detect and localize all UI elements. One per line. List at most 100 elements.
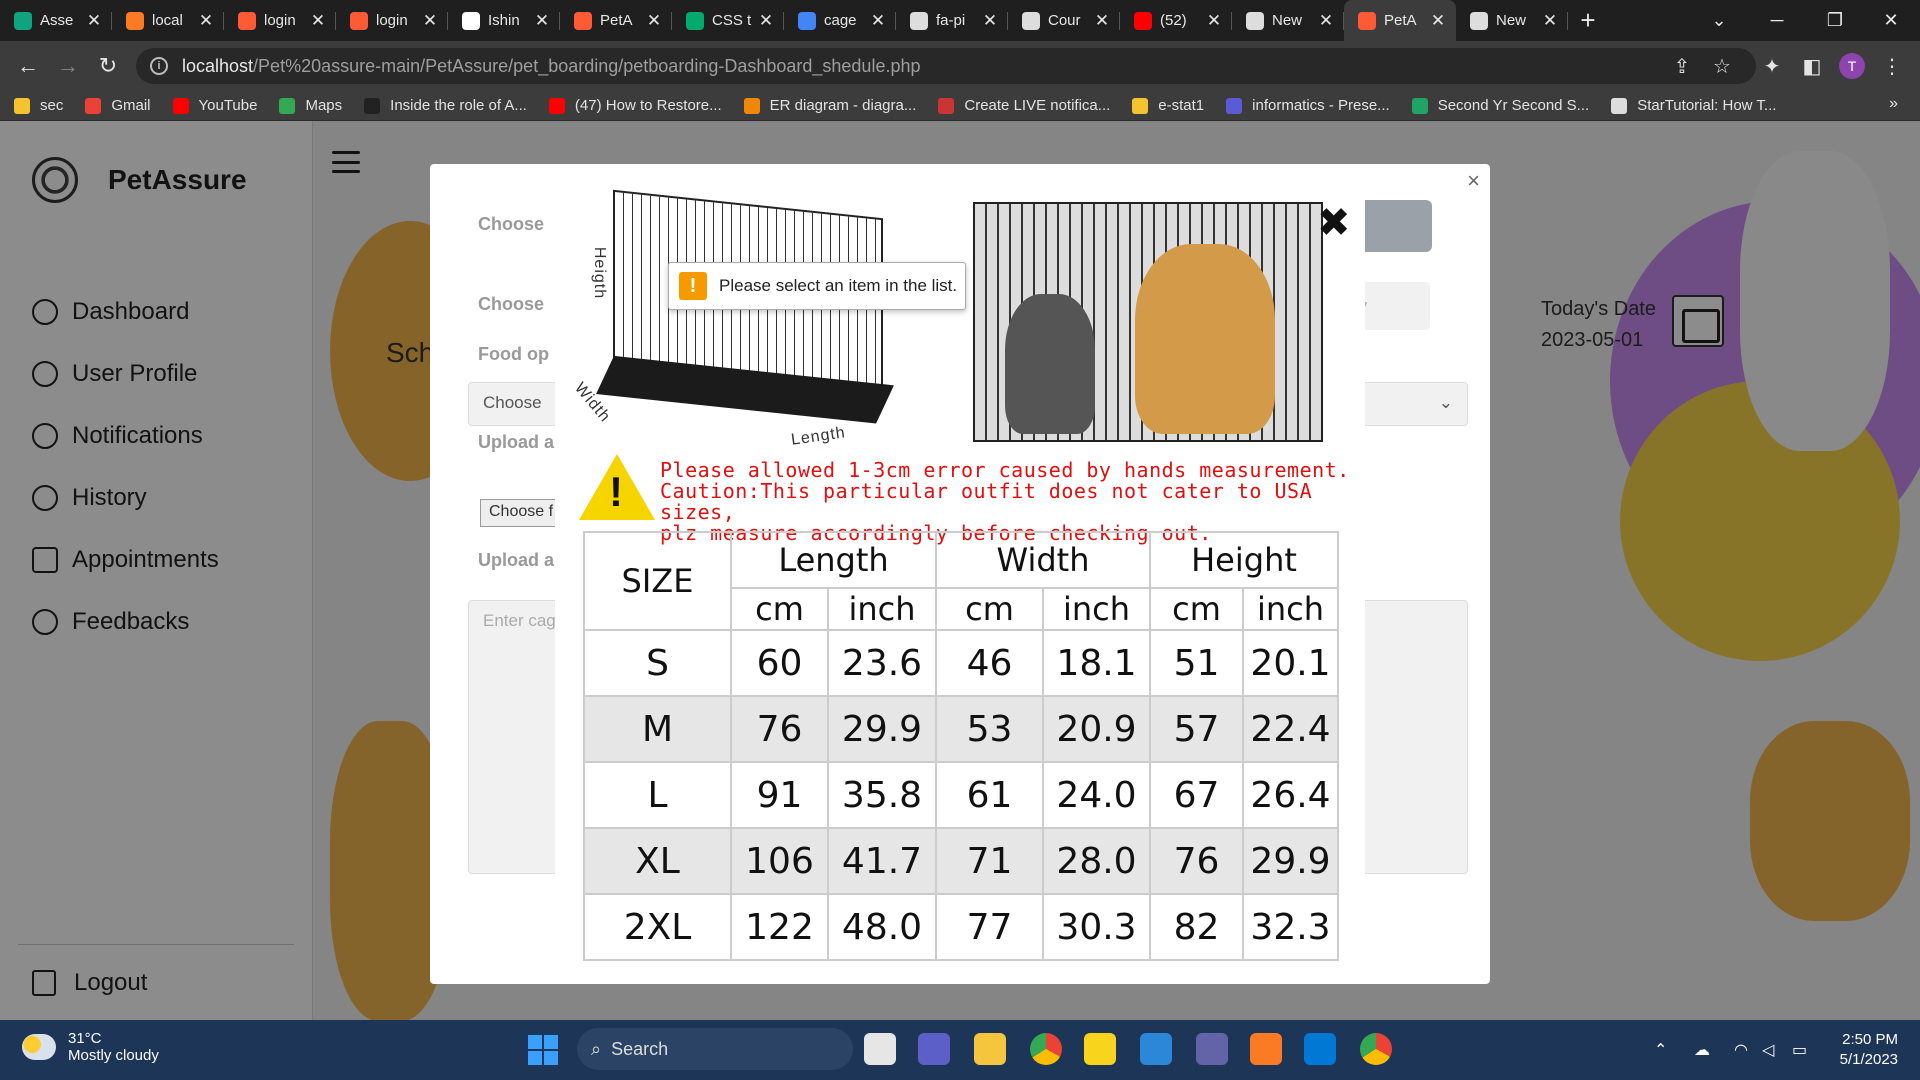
url-path: /Pet%20assure-main/PetAssure/pet_boardin… — [253, 55, 921, 76]
food-select-value: Choose — [483, 393, 542, 412]
chrome-taskbar-icon[interactable] — [1030, 1033, 1062, 1065]
teams-chat-icon[interactable] — [918, 1033, 950, 1065]
tab-close-icon[interactable]: ✕ — [758, 11, 774, 31]
tab-close-icon[interactable]: ✕ — [86, 11, 102, 31]
back-icon[interactable]: ← — [8, 46, 48, 86]
tab-close-icon[interactable]: ✕ — [534, 11, 550, 31]
browser-tab[interactable]: Asse ✕ — [0, 0, 112, 41]
tab-close-icon[interactable]: ✕ — [1430, 11, 1446, 31]
google-icon — [798, 11, 816, 30]
browser-tab[interactable]: cage ✕ — [784, 0, 896, 41]
table-row: 2XL 122 48.0 77 30.3 82 32.3 — [583, 893, 1339, 961]
bookmark-favicon-icon — [548, 97, 565, 114]
tab-search-icon[interactable]: ⌄ — [1690, 0, 1748, 41]
schnauzer-dog — [1005, 294, 1095, 434]
bookmark-star-icon[interactable]: ☆ — [1702, 41, 1742, 91]
bookmark-item[interactable]: Inside the role of A... — [364, 97, 527, 114]
clock-date: 5/1/2023 — [1839, 1051, 1898, 1068]
forward-icon[interactable]: → — [48, 46, 88, 86]
bookmark-item[interactable]: YouTube — [172, 97, 258, 114]
menu-kebab-icon[interactable]: ⋮ — [1872, 41, 1912, 91]
tab-title: PetA — [1384, 12, 1417, 29]
address-bar[interactable]: i localhost/Pet%20assure-main/PetAssure/… — [136, 48, 1756, 84]
microsoft-store-icon[interactable] — [1140, 1033, 1172, 1065]
bookmarks-overflow-icon[interactable]: » — [1889, 95, 1898, 113]
file-explorer-icon[interactable] — [974, 1033, 1006, 1065]
browser-tab[interactable]: CSS t ✕ — [672, 0, 784, 41]
modal-close-button[interactable]: × — [1467, 168, 1480, 194]
bookmark-item[interactable]: sec — [14, 97, 63, 114]
xampp-icon[interactable] — [1250, 1033, 1282, 1065]
bookmark-item[interactable]: (47) How to Restore... — [548, 97, 722, 114]
weather-widget[interactable]: 31°C Mostly cloudy — [22, 1030, 159, 1064]
browser-tab[interactable]: Ishin ✕ — [448, 0, 560, 41]
browser-tab[interactable]: login ✕ — [224, 0, 336, 41]
size-cell: 2XL — [583, 893, 732, 961]
tab-close-icon[interactable]: ✕ — [310, 11, 326, 31]
chrome-profile-taskbar-icon[interactable] — [1360, 1033, 1392, 1065]
tab-close-icon[interactable]: ✕ — [982, 11, 998, 31]
taskbar-search[interactable]: ⌕ Search — [577, 1028, 853, 1070]
side-panel-icon[interactable]: ◧ — [1792, 41, 1832, 91]
tray-chevron-icon[interactable]: ⌃ — [1654, 1020, 1667, 1080]
browser-tab[interactable]: login ✕ — [336, 0, 448, 41]
vscode-icon[interactable] — [1304, 1033, 1336, 1065]
browser-tab[interactable]: PetA ✕ — [560, 0, 672, 41]
tab-close-icon[interactable]: ✕ — [1318, 11, 1334, 31]
site-info-icon[interactable]: i — [150, 57, 168, 75]
browser-tab[interactable]: New ✕ — [1232, 0, 1344, 41]
bookmark-item[interactable]: Second Yr Second S... — [1411, 97, 1589, 114]
battery-icon[interactable]: ▭ — [1792, 1020, 1807, 1080]
chrome-icon — [1246, 11, 1264, 30]
choose-label-2: Choose — [478, 294, 545, 314]
bookmark-item[interactable]: StarTutorial: How T... — [1611, 97, 1776, 114]
bookmark-label: YouTube — [198, 97, 258, 114]
tab-close-icon[interactable]: ✕ — [1094, 11, 1110, 31]
tab-close-icon[interactable]: ✕ — [1542, 11, 1558, 31]
browser-tab[interactable]: PetA ✕ — [1344, 0, 1456, 41]
system-clock[interactable]: 2:50 PM 5/1/2023 — [1840, 1030, 1898, 1070]
bookmark-item[interactable]: Maps — [279, 97, 342, 114]
bookmark-label: informatics - Prese... — [1252, 97, 1390, 114]
tab-close-icon[interactable]: ✕ — [198, 11, 214, 31]
bookmark-item[interactable]: ER diagram - diagra... — [743, 97, 916, 114]
minimize-button[interactable]: ─ — [1748, 0, 1806, 41]
tab-close-icon[interactable]: ✕ — [1206, 11, 1222, 31]
chrome-icon — [1470, 11, 1488, 30]
tab-close-icon[interactable]: ✕ — [646, 11, 662, 31]
bookmark-item[interactable]: Gmail — [85, 97, 151, 114]
close-icon[interactable]: ✖ — [1317, 200, 1351, 246]
tab-close-icon[interactable]: ✕ — [422, 11, 438, 31]
height-header: Height — [1149, 531, 1339, 589]
profile-avatar[interactable]: T — [1832, 41, 1872, 91]
validation-message: Please select an item in the list. — [719, 276, 958, 295]
onedrive-icon[interactable]: ☁ — [1694, 1020, 1710, 1080]
new-tab-button[interactable]: + — [1568, 0, 1608, 41]
size-cell: M — [583, 695, 732, 763]
browser-tab[interactable]: New ✕ — [1456, 0, 1568, 41]
teams-icon[interactable] — [1196, 1033, 1228, 1065]
browser-tab[interactable]: fa-pi ✕ — [896, 0, 1008, 41]
browser-tab[interactable]: (52) ✕ — [1120, 0, 1232, 41]
wifi-icon[interactable]: ◠ — [1734, 1020, 1748, 1080]
browser-tab[interactable]: local ✕ — [112, 0, 224, 41]
profile-initial: T — [1839, 53, 1865, 79]
bookmark-item[interactable]: e-stat1 — [1132, 97, 1204, 114]
sticky-notes-icon[interactable] — [1084, 1033, 1116, 1065]
table-row: L 91 35.8 61 24.0 67 26.4 — [583, 761, 1339, 829]
restore-button[interactable]: ❐ — [1806, 0, 1864, 41]
close-window-button[interactable]: ✕ — [1862, 0, 1920, 41]
bookmark-item[interactable]: Create LIVE notifica... — [938, 97, 1110, 114]
tab-title: fa-pi — [936, 12, 966, 29]
xampp-icon — [126, 11, 144, 30]
task-view-icon[interactable] — [864, 1033, 896, 1065]
bookmark-favicon-icon — [743, 97, 760, 114]
extensions-icon[interactable]: ✦ — [1752, 41, 1792, 91]
bookmark-item[interactable]: informatics - Prese... — [1226, 97, 1390, 114]
tab-close-icon[interactable]: ✕ — [870, 11, 886, 31]
volume-icon[interactable]: ◁ — [1762, 1020, 1774, 1080]
browser-tab[interactable]: Cour ✕ — [1008, 0, 1120, 41]
reload-icon[interactable]: ↻ — [88, 46, 128, 86]
windows-start-icon[interactable] — [528, 1035, 558, 1065]
share-icon[interactable]: ⇪ — [1662, 41, 1702, 91]
